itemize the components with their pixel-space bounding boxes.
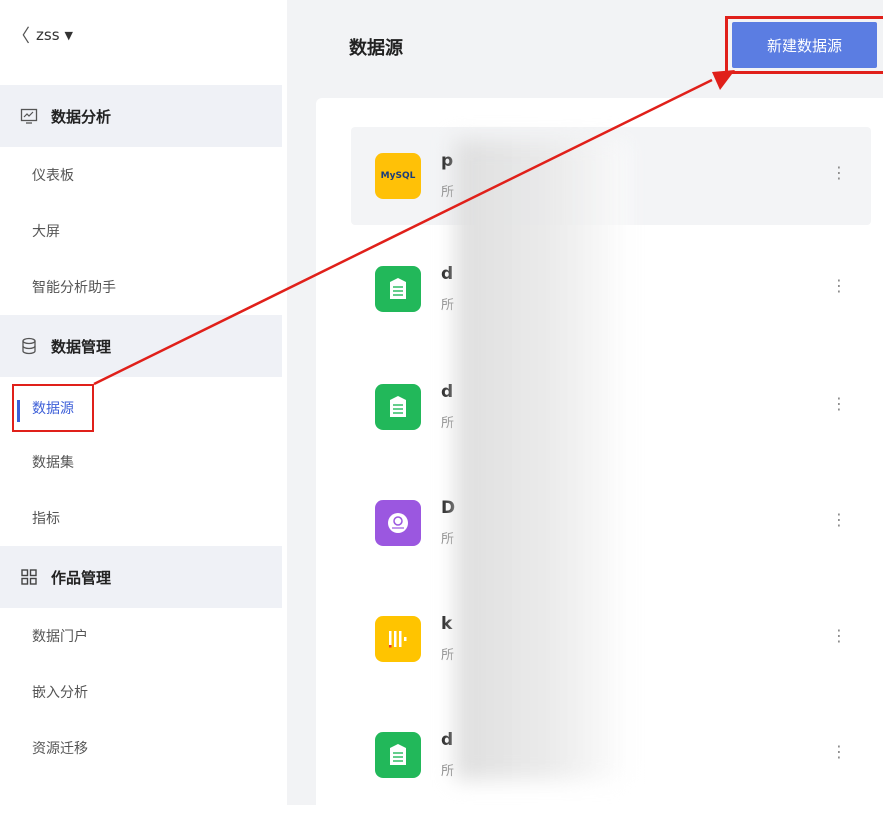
workspace-switcher[interactable]: 〈 zss ▼ xyxy=(12,22,73,48)
group-data-analysis[interactable]: 数据分析 xyxy=(0,85,282,147)
sidebar-item-label: 资源迁移 xyxy=(32,741,88,757)
workspace-name: zss xyxy=(36,26,60,44)
table-icon xyxy=(375,384,421,430)
mysql-icon: MySQL xyxy=(375,153,421,199)
redaction-blur xyxy=(455,140,631,780)
annotation-highlight-new-button xyxy=(725,16,883,74)
more-icon[interactable]: ⋮ xyxy=(831,626,847,645)
more-icon[interactable]: ⋮ xyxy=(831,394,847,413)
group-works-management[interactable]: 作品管理 xyxy=(0,546,282,608)
db-purple-icon xyxy=(375,500,421,546)
caret-down-icon: ▼ xyxy=(64,28,73,42)
bars-icon xyxy=(375,616,421,662)
grid-icon xyxy=(21,569,37,585)
sidebar-item-label: 嵌入分析 xyxy=(32,685,88,701)
sidebar-item-label: 数据集 xyxy=(32,455,74,471)
sidebar-item-label: 大屏 xyxy=(32,224,60,240)
datasource-name: d xyxy=(441,730,454,750)
sidebar-item-label: 仪表板 xyxy=(32,168,74,184)
sidebar-item-dashboard[interactable]: 仪表板 xyxy=(0,147,282,203)
group-label: 数据分析 xyxy=(51,107,112,126)
chevron-left-icon[interactable]: 〈 xyxy=(12,22,30,48)
table-icon xyxy=(375,732,421,778)
datasource-owner: 所 xyxy=(441,764,455,779)
datasource-name: D xyxy=(441,498,456,518)
annotation-highlight-datasource xyxy=(12,384,94,432)
sidebar-item-dataset[interactable]: 数据集 xyxy=(0,434,282,490)
more-icon[interactable]: ⋮ xyxy=(831,276,847,295)
sidebar-item-label: 智能分析助手 xyxy=(32,280,116,296)
group-label: 数据管理 xyxy=(51,337,112,356)
sidebar-item-resource-migration[interactable]: 资源迁移 xyxy=(0,720,282,776)
page-title: 数据源 xyxy=(349,38,403,59)
sidebar-item-data-portal[interactable]: 数据门户 xyxy=(0,608,282,664)
group-data-management[interactable]: 数据管理 xyxy=(0,315,282,377)
datasource-name: d xyxy=(441,264,454,284)
sidebar-item-ai-assistant[interactable]: 智能分析助手 xyxy=(0,259,282,315)
more-icon[interactable]: ⋮ xyxy=(831,163,847,182)
group-label: 作品管理 xyxy=(51,568,112,587)
database-icon xyxy=(22,337,36,355)
more-icon[interactable]: ⋮ xyxy=(831,510,847,529)
datasource-owner: 所 xyxy=(441,648,455,663)
datasource-owner: 所 xyxy=(441,416,455,431)
table-icon xyxy=(375,266,421,312)
datasource-owner: 所 xyxy=(441,185,455,200)
datasource-name: k xyxy=(441,614,453,634)
sidebar-item-metrics[interactable]: 指标 xyxy=(0,490,282,546)
chart-monitor-icon xyxy=(20,108,38,124)
datasource-owner: 所 xyxy=(441,298,455,313)
sidebar-item-label: 指标 xyxy=(32,511,60,527)
sidebar-item-embedded-analytics[interactable]: 嵌入分析 xyxy=(0,664,282,720)
datasource-name: p xyxy=(441,151,454,171)
sidebar-item-label: 数据门户 xyxy=(32,629,88,645)
sidebar-item-bigscreen[interactable]: 大屏 xyxy=(0,203,282,259)
datasource-owner: 所 xyxy=(441,532,455,547)
datasource-name: d xyxy=(441,382,454,402)
more-icon[interactable]: ⋮ xyxy=(831,742,847,761)
